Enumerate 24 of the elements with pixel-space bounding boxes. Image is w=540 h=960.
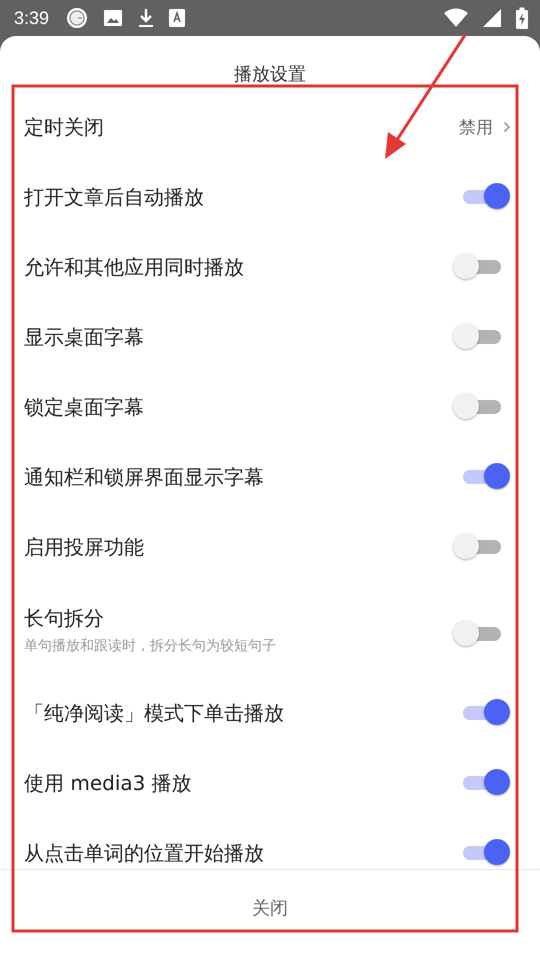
- setting-label: 使用 media3 播放: [24, 770, 193, 797]
- download-icon: [137, 8, 156, 28]
- status-time: 3:39: [14, 8, 50, 28]
- setting-label: 定时关闭: [24, 114, 105, 141]
- setting-label: 长句拆分: [24, 605, 105, 632]
- chevron-right-icon: [503, 121, 511, 133]
- sheet-title: 播放设置: [234, 64, 306, 85]
- circle-icon: [65, 6, 90, 30]
- signal-icon: [482, 8, 502, 28]
- setting-label: 允许和其他应用同时播放: [24, 254, 245, 281]
- setting-label: 显示桌面字幕: [24, 324, 145, 351]
- setting-value[interactable]: 禁用: [459, 116, 493, 138]
- battery-icon: [516, 7, 528, 29]
- setting-label: 从点击单词的位置开始播放: [24, 840, 265, 867]
- setting-label: 锁定桌面字幕: [24, 394, 145, 421]
- wifi-icon: [444, 8, 468, 28]
- setting-label: 通知栏和锁屏界面显示字幕: [24, 464, 265, 491]
- text-icon: [169, 9, 186, 27]
- setting-label: 「纯净阅读」模式下单击播放: [24, 700, 285, 727]
- setting-label: 打开文章后自动播放: [24, 184, 205, 211]
- setting-label: 启用投屏功能: [24, 534, 145, 561]
- image-icon: [103, 8, 124, 28]
- close-button[interactable]: 关闭: [236, 888, 304, 928]
- setting-description: 单句播放和跟读时，拆分长句为较短句子: [24, 637, 277, 656]
